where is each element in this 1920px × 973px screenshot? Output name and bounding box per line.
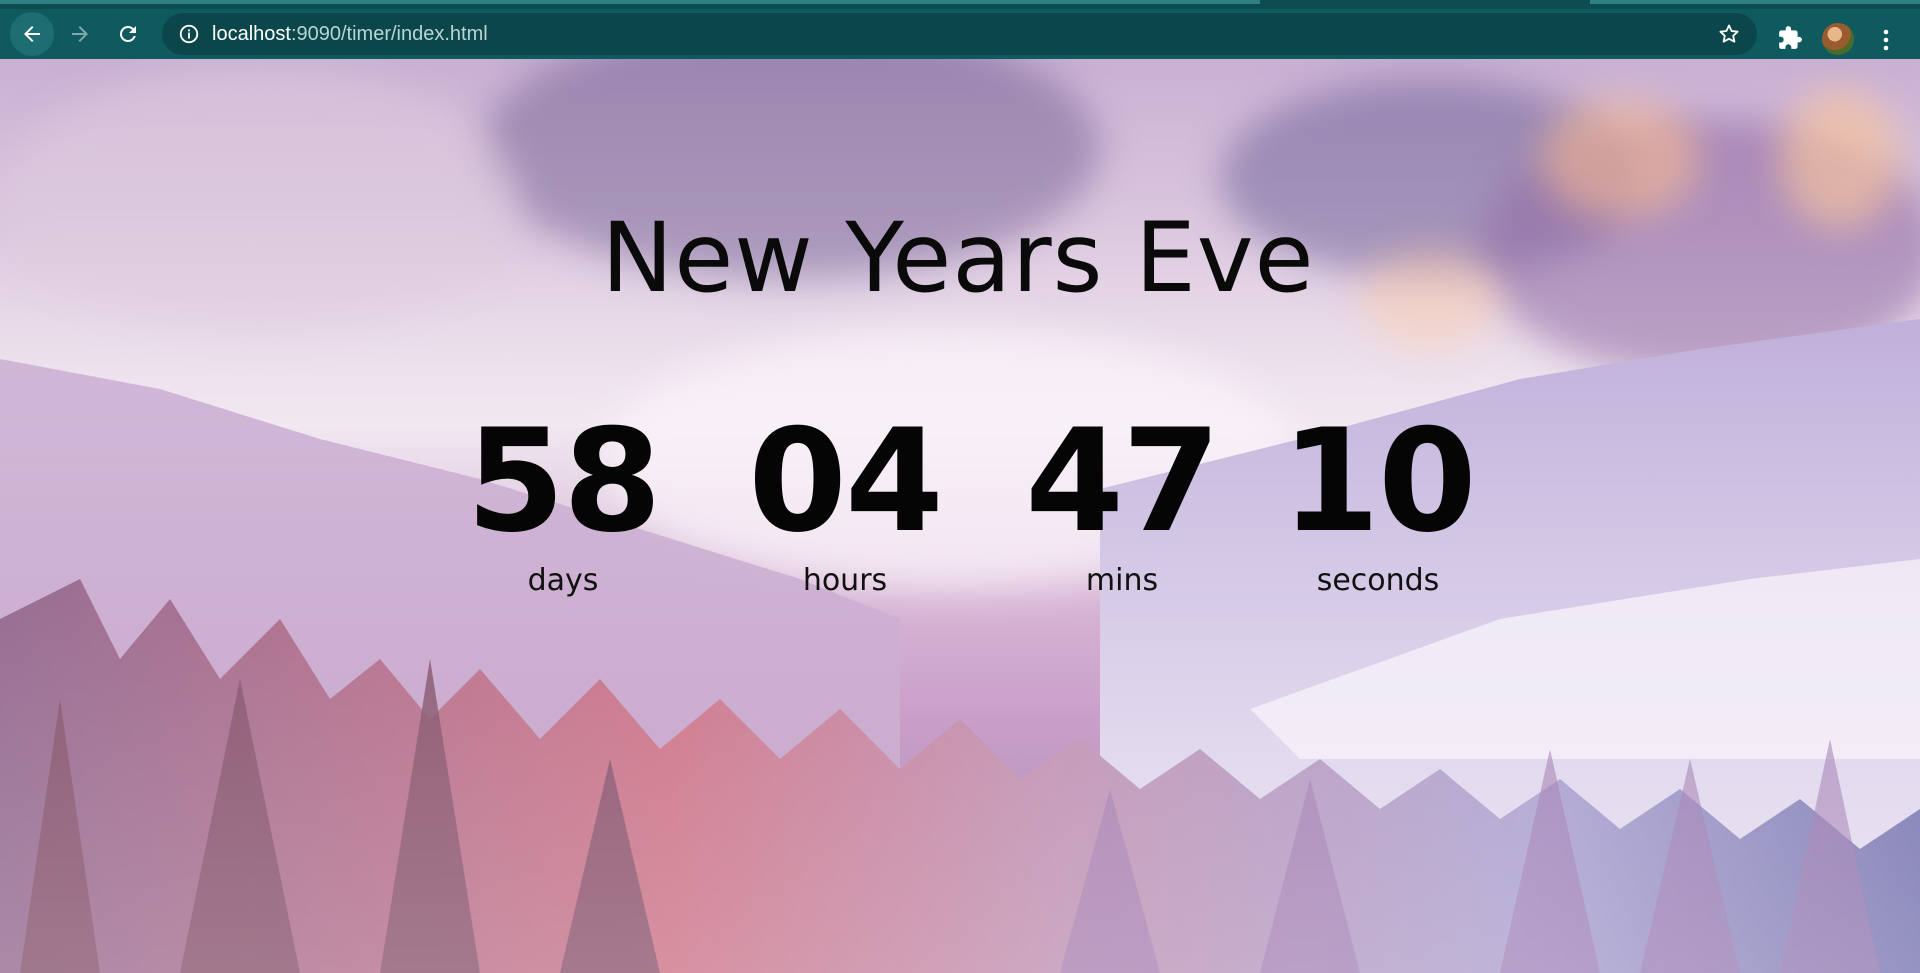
url-host: localhost — [212, 22, 291, 45]
page-background: New Years Eve 58 days 04 hours 47 mins 1… — [0, 59, 1920, 973]
countdown: 58 days 04 hours 47 mins 10 seconds — [0, 407, 1920, 647]
mins-value: 47 — [1025, 399, 1221, 564]
seconds-value: 10 — [1281, 399, 1477, 564]
address-bar[interactable]: localhost:9090/timer/index.html — [162, 13, 1757, 55]
mins-label: mins — [1085, 563, 1159, 598]
days-value: 58 — [466, 399, 662, 564]
info-icon[interactable] — [178, 23, 200, 45]
arrow-left-icon — [24, 26, 40, 42]
puzzle-icon[interactable] — [1777, 25, 1803, 51]
countdown-seconds: 10 seconds — [1268, 407, 1488, 601]
tab-strip — [0, 0, 1920, 9]
reload-icon — [119, 25, 136, 42]
browser-toolbar: localhost:9090/timer/index.html — [0, 9, 1920, 59]
url-path: :9090/timer/index.html — [290, 22, 488, 45]
seconds-label: seconds — [1316, 563, 1440, 598]
countdown-mins: 47 mins — [1012, 407, 1232, 601]
back-button[interactable] — [10, 12, 54, 56]
hours-label: hours — [802, 563, 888, 598]
avatar[interactable] — [1822, 23, 1854, 55]
page-title: New Years Eve — [601, 202, 1315, 314]
kebab-menu-icon[interactable] — [1878, 27, 1894, 53]
tab-hint — [0, 0, 1260, 4]
star-icon[interactable] — [1717, 22, 1741, 46]
forward-button[interactable] — [58, 12, 102, 56]
days-label: days — [527, 563, 599, 598]
hours-value: 04 — [748, 399, 944, 564]
browser-chrome: localhost:9090/timer/index.html — [0, 0, 1920, 59]
reload-button[interactable] — [106, 12, 150, 56]
countdown-days: 58 days — [453, 407, 673, 601]
arrow-right-icon — [72, 26, 88, 42]
tab-hint — [1590, 0, 1920, 4]
countdown-hours: 04 hours — [735, 407, 955, 601]
url-text[interactable]: localhost:9090/timer/index.html — [212, 23, 488, 46]
